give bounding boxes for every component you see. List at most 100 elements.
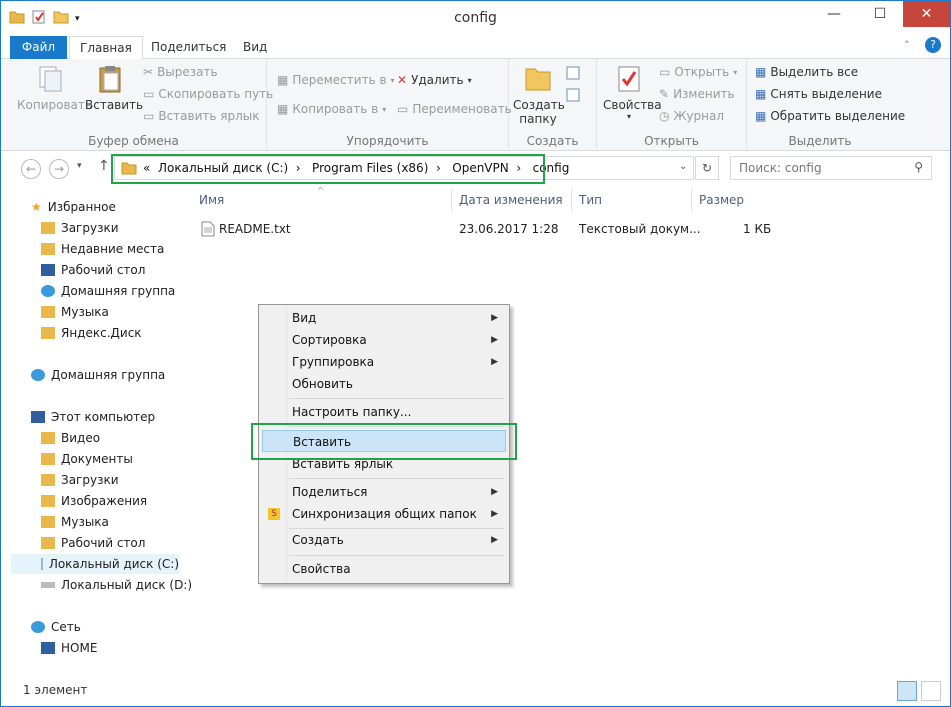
- paste-icon: [99, 66, 121, 93]
- copy-button[interactable]: Копировать: [17, 63, 92, 112]
- column-header-size[interactable]: Размер: [699, 193, 744, 207]
- maximize-button[interactable]: ☐: [857, 1, 903, 27]
- new-item-icon[interactable]: [565, 65, 587, 84]
- properties-button[interactable]: Свойства ▾: [603, 63, 662, 121]
- new-folder-label-2: папку: [519, 112, 557, 126]
- rename-button[interactable]: ▭ Переименовать: [397, 102, 512, 116]
- menu-item-refresh[interactable]: Обновить: [262, 373, 506, 395]
- tab-home[interactable]: Главная: [69, 36, 143, 60]
- back-button[interactable]: ←: [21, 159, 41, 179]
- submenu-arrow-icon: ▶: [491, 487, 498, 497]
- large-icons-view-icon[interactable]: [921, 681, 941, 701]
- menu-item-sort[interactable]: Сортировка ▶: [262, 329, 506, 351]
- address-dropdown-icon[interactable]: ⌄: [679, 161, 687, 172]
- nav-music-pc[interactable]: Музыка: [41, 512, 109, 532]
- title-bar: ▾ config — ☐ ✕: [1, 1, 950, 35]
- new-folder-button[interactable]: Создать папку: [513, 63, 565, 126]
- tab-file[interactable]: Файл: [10, 36, 67, 59]
- nav-documents[interactable]: Документы: [41, 449, 133, 469]
- copy-to-button[interactable]: ▦ Копировать в ▾: [277, 102, 386, 116]
- history-icon: ◷: [659, 109, 670, 123]
- nav-label: Яндекс.Диск: [61, 326, 142, 340]
- nav-videos[interactable]: Видео: [41, 428, 100, 448]
- nav-desktop[interactable]: Рабочий стол: [41, 260, 145, 280]
- select-none-button[interactable]: ▦ Снять выделение: [755, 87, 882, 101]
- nav-homegroup[interactable]: Домашняя группа: [31, 365, 165, 385]
- forward-button[interactable]: →: [49, 159, 69, 179]
- nav-pictures[interactable]: Изображения: [41, 491, 147, 511]
- cut-button[interactable]: ✂ Вырезать: [143, 65, 218, 79]
- menu-item-view[interactable]: Вид ▶: [262, 307, 506, 329]
- column-divider[interactable]: [451, 189, 452, 211]
- history-button[interactable]: ◷ Журнал: [659, 109, 724, 123]
- menu-item-customize-folder[interactable]: Настроить папку...: [262, 401, 506, 423]
- paste-shortcut-button[interactable]: ▭ Вставить ярлык: [143, 109, 260, 123]
- table-row[interactable]: README.txt 23.06.2017 1:28 Текстовый док…: [199, 219, 799, 239]
- copy-to-label: Копировать в: [292, 102, 379, 116]
- minimize-button[interactable]: —: [811, 1, 857, 27]
- nav-label: Локальный диск (D:): [61, 578, 193, 592]
- open-button[interactable]: ▭ Открыть ▾: [659, 65, 737, 79]
- column-divider[interactable]: [571, 189, 572, 211]
- nav-label: Недавние места: [61, 242, 165, 256]
- up-button[interactable]: ↑: [98, 158, 110, 174]
- nav-label: Загрузки: [61, 221, 119, 235]
- computer-icon: [41, 642, 55, 654]
- create-group: Создать папку Создать: [509, 59, 597, 151]
- open-group-label: Открыть: [644, 134, 699, 148]
- nav-yandex-disk[interactable]: Яндекс.Диск: [41, 323, 142, 343]
- paste-button[interactable]: Вставить: [85, 63, 143, 112]
- menu-item-sync-shared-folders[interactable]: S Синхронизация общих папок ▶: [262, 503, 506, 525]
- nav-favorites[interactable]: ★ Избранное: [31, 197, 116, 217]
- details-view-icon[interactable]: [897, 681, 917, 701]
- nav-downloads[interactable]: Загрузки: [41, 218, 119, 238]
- nav-drive-c[interactable]: Локальный диск (C:): [11, 554, 179, 574]
- column-divider[interactable]: [691, 189, 692, 211]
- nav-network[interactable]: Сеть: [31, 617, 81, 637]
- nav-music-fav[interactable]: Музыка: [41, 302, 109, 322]
- collapse-ribbon-icon[interactable]: ˄: [904, 39, 910, 52]
- delete-button[interactable]: ✕ Удалить ▾: [397, 73, 472, 87]
- address-highlight-box: [111, 154, 545, 184]
- nav-label: Загрузки: [61, 473, 119, 487]
- menu-item-properties[interactable]: Свойства: [262, 558, 506, 580]
- menu-item-share[interactable]: Поделиться ▶: [262, 481, 506, 503]
- open-icon: ▭: [659, 65, 671, 79]
- select-all-button[interactable]: ▦ Выделить все: [755, 65, 858, 79]
- nav-this-pc[interactable]: Этот компьютер: [31, 407, 155, 427]
- nav-recent-places[interactable]: Недавние места: [41, 239, 164, 259]
- properties-icon: [618, 66, 640, 92]
- copy-path-button[interactable]: ▭ Скопировать путь: [143, 87, 273, 101]
- select-none-label: Снять выделение: [770, 87, 882, 101]
- tab-view[interactable]: Вид: [233, 36, 277, 59]
- file-size: 1 КБ: [743, 222, 772, 236]
- refresh-button[interactable]: ↻: [695, 156, 719, 180]
- copy-path-icon: ▭: [143, 87, 155, 101]
- help-icon[interactable]: ?: [925, 37, 941, 53]
- nav-homegroup-fav[interactable]: Домашняя группа: [41, 281, 175, 301]
- item-count: 1 элемент: [23, 683, 88, 697]
- properties-label: Свойства: [603, 98, 662, 112]
- nav-label: HOME: [61, 641, 98, 655]
- recent-locations-icon[interactable]: ▾: [77, 161, 82, 171]
- close-button[interactable]: ✕: [903, 1, 950, 27]
- column-header-type[interactable]: Тип: [579, 193, 602, 207]
- pictures-folder-icon: [41, 495, 55, 507]
- move-to-button[interactable]: ▦ Переместить в ▾: [277, 73, 395, 87]
- search-input[interactable]: Поиск: config ⚲: [730, 156, 932, 180]
- invert-selection-button[interactable]: ▦ Обратить выделение: [755, 109, 905, 123]
- nav-desktop-pc[interactable]: Рабочий стол: [41, 533, 145, 553]
- column-header-date[interactable]: Дата изменения: [459, 193, 563, 207]
- invert-selection-label: Обратить выделение: [770, 109, 906, 123]
- network-icon: [31, 621, 45, 633]
- nav-home-computer[interactable]: HOME: [41, 638, 97, 658]
- nav-downloads-pc[interactable]: Загрузки: [41, 470, 119, 490]
- nav-drive-d[interactable]: Локальный диск (D:): [41, 575, 192, 595]
- edit-button[interactable]: ✎ Изменить: [659, 87, 735, 101]
- nav-label: Этот компьютер: [51, 410, 156, 424]
- menu-item-new[interactable]: Создать ▶: [262, 529, 506, 551]
- easy-access-icon[interactable]: [565, 87, 587, 106]
- menu-item-group[interactable]: Группировка ▶: [262, 351, 506, 373]
- column-header-name[interactable]: Имя: [199, 193, 224, 207]
- tab-share[interactable]: Поделиться: [141, 36, 236, 59]
